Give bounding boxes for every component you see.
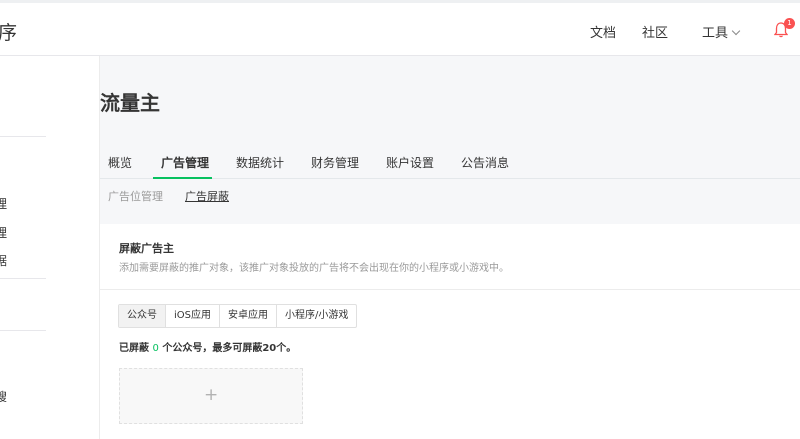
top-bar [0,0,800,56]
tab-bar: 概览 广告管理 数据统计 财务管理 账户设置 公告消息 [100,143,800,179]
chevron-down-icon [731,26,741,36]
segment-mini-program[interactable]: 小程序/小游戏 [277,305,356,327]
tab-announcements[interactable]: 公告消息 [461,154,509,171]
sidebar-item-4[interactable]: 搜 [0,388,7,405]
subtab-ad-blocking[interactable]: 广告屏蔽 [185,188,229,204]
notification-badge: 1 [784,18,795,29]
tab-account-settings[interactable]: 账户设置 [386,154,434,171]
sidebar-item-3[interactable]: 据 [0,252,7,269]
app-logo-text[interactable]: 序 [0,18,17,45]
segment-ios-app[interactable]: iOS应用 [166,305,220,327]
sidebar-item-1[interactable]: 理 [0,195,7,212]
tab-finance[interactable]: 财务管理 [311,154,359,171]
nav-tools-menu[interactable]: 工具 [702,22,741,41]
sidebar: 理 理 据 搜 [0,56,100,439]
segment-official-account[interactable]: 公众号 [119,305,166,327]
active-tab-indicator [153,177,212,179]
segment-android-app[interactable]: 安卓应用 [220,305,277,327]
tab-data-stats[interactable]: 数据统计 [236,154,284,171]
card-title: 屏蔽广告主 [119,242,174,255]
card-divider [100,289,800,290]
top-edge [0,0,800,3]
nav-docs-link[interactable]: 文档 [590,22,616,41]
tab-overview[interactable]: 概览 [108,154,132,171]
sidebar-divider [0,330,46,331]
sidebar-item-2[interactable]: 理 [0,224,7,241]
target-type-segmented-control: 公众号 iOS应用 安卓应用 小程序/小游戏 [118,304,358,328]
page-title: 流量主 [100,91,160,115]
blocked-count-prefix: 已屏蔽 [119,343,149,354]
blocked-count-suffix: 个公众号，最多可屏蔽20个。 [162,343,297,354]
blocked-count-text: 已屏蔽 0 个公众号，最多可屏蔽20个。 [119,339,296,354]
nav-community-link[interactable]: 社区 [642,22,668,41]
nav-tools-label: 工具 [702,26,729,41]
sidebar-divider [0,278,46,279]
add-blocked-item-button[interactable]: + [119,368,303,424]
blocked-count-value: 0 [152,343,159,354]
subtab-ad-slots[interactable]: 广告位管理 [108,188,163,204]
card-description: 添加需要屏蔽的推广对象，该推广对象投放的广告将不会出现在你的小程序或小游戏中。 [119,263,509,274]
tab-ad-management[interactable]: 广告管理 [161,154,209,171]
plus-icon: + [204,385,219,405]
sidebar-divider [0,136,46,137]
